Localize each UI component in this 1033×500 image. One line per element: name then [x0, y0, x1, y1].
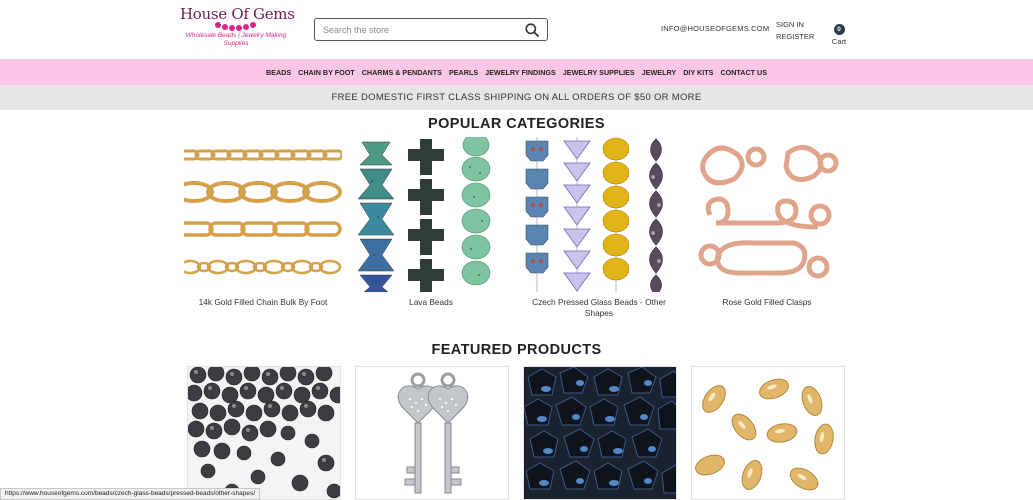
nav-beads[interactable]: BEADS — [266, 68, 291, 77]
category-card-lava-beads[interactable]: Lava Beads — [352, 137, 510, 308]
nav-jewelry[interactable]: JEWELRY — [642, 68, 676, 77]
search-box — [314, 18, 548, 41]
register-link[interactable]: REGISTER — [776, 31, 814, 43]
main-nav: BEADS CHAIN BY FOOT CHARMS & PENDANTS PE… — [0, 59, 1033, 85]
nav-pearls[interactable]: PEARLS — [449, 68, 478, 77]
contact-email-link[interactable]: INFO@HOUSEOFGEMS.COM — [661, 24, 769, 33]
cart-count-badge: 0 — [833, 24, 845, 35]
silver-heart-key-charms-image — [356, 367, 508, 499]
browser-status-url: https://www.houseofgems.com/beads/czech-… — [0, 488, 261, 500]
category-label[interactable]: 14k Gold Filled Chain Bulk By Foot — [184, 297, 342, 308]
product-card-heart-key-charms[interactable] — [355, 366, 509, 500]
logo-tagline: Wholesale Beads | Jewelry Making Supplie… — [185, 32, 287, 47]
nav-contact-us[interactable]: CONTACT US — [720, 68, 767, 77]
product-card-gold-oval-beads[interactable] — [691, 366, 845, 500]
product-card-black-blue-glass-beads[interactable] — [523, 366, 677, 500]
black-blue-glass-beads-image — [524, 367, 676, 499]
category-label[interactable]: Lava Beads — [352, 297, 510, 308]
logo-beads-icon — [180, 22, 292, 31]
product-card-hematite-beads[interactable] — [187, 366, 341, 500]
category-card-rose-gold-clasps[interactable]: Rose Gold Filled Clasps — [688, 137, 846, 308]
popular-categories-heading: POPULAR CATEGORIES — [428, 116, 605, 132]
search-icon[interactable] — [521, 19, 543, 40]
site-logo[interactable]: House Of Gems Wholesale Beads | Jewelry … — [180, 5, 295, 55]
czech-glass-beads-image — [520, 137, 678, 292]
rose-gold-clasps-image — [688, 137, 846, 292]
header: House Of Gems Wholesale Beads | Jewelry … — [0, 0, 1033, 59]
featured-products-heading: FEATURED PRODUCTS — [431, 342, 602, 358]
category-card-gold-chain[interactable]: 14k Gold Filled Chain Bulk By Foot — [184, 137, 342, 308]
page: House Of Gems Wholesale Beads | Jewelry … — [0, 0, 1033, 500]
nav-jewelry-findings[interactable]: JEWELRY FINDINGS — [485, 68, 556, 77]
category-label[interactable]: Czech Pressed Glass Beads - Other Shapes — [520, 297, 678, 319]
nav-diy-kits[interactable]: DIY KITS — [683, 68, 713, 77]
sign-in-link[interactable]: SIGN IN — [776, 19, 814, 31]
logo-title: House Of Gems — [180, 5, 295, 23]
search-input[interactable] — [315, 19, 521, 40]
category-card-czech-glass-beads[interactable]: Czech Pressed Glass Beads - Other Shapes — [520, 137, 678, 319]
hematite-beads-image — [188, 367, 340, 499]
gold-chain-image — [184, 137, 342, 292]
account-links: SIGN IN REGISTER — [776, 19, 814, 43]
shipping-promo-banner: FREE DOMESTIC FIRST CLASS SHIPPING ON AL… — [0, 85, 1033, 110]
nav-chain-by-foot[interactable]: CHAIN BY FOOT — [298, 68, 355, 77]
lava-beads-image — [352, 137, 510, 292]
nav-charms-pendants[interactable]: CHARMS & PENDANTS — [362, 68, 442, 77]
nav-jewelry-supplies[interactable]: JEWELRY SUPPLIES — [563, 68, 635, 77]
cart-button[interactable]: 0 Cart — [829, 18, 849, 46]
cart-label: Cart — [831, 37, 847, 46]
category-label[interactable]: Rose Gold Filled Clasps — [688, 297, 846, 308]
gold-oval-beads-image — [692, 367, 844, 499]
